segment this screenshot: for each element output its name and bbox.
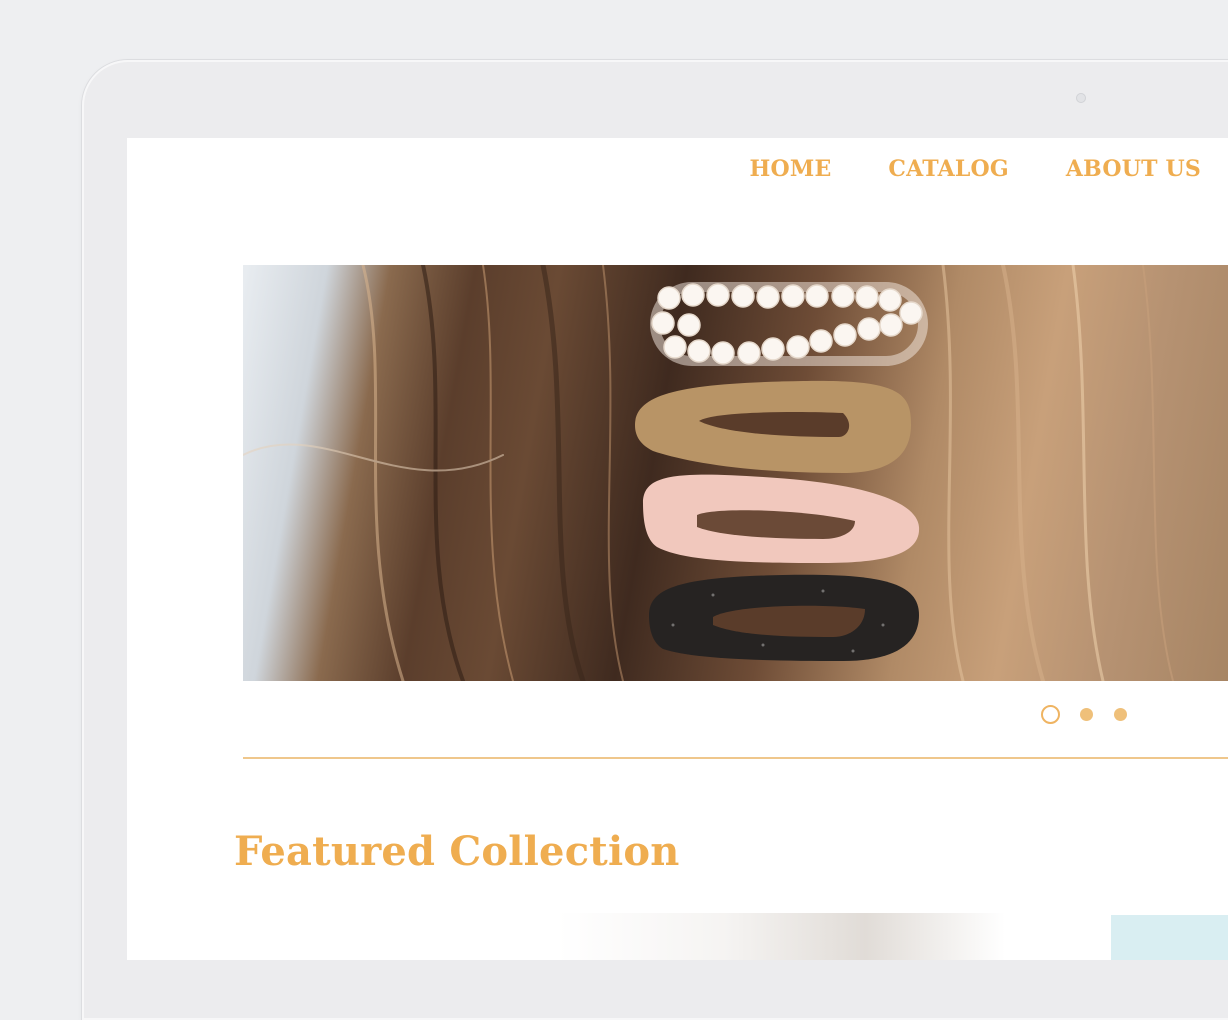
hair-clips-photo: [243, 265, 1174, 681]
nav-about-us[interactable]: ABOUT US: [1066, 156, 1201, 182]
camera-icon: [1076, 93, 1086, 103]
website-screen: HOME CATALOG ABOUT US Featured Collectio…: [127, 138, 1228, 960]
carousel-dot-2[interactable]: [1080, 708, 1093, 721]
carousel-indicators: [1041, 705, 1148, 724]
main-nav: HOME CATALOG ABOUT US: [750, 156, 1228, 182]
hero-banner-image: [243, 265, 1228, 681]
nav-home[interactable]: HOME: [750, 156, 832, 182]
featured-collection-title: Featured Collection: [234, 828, 680, 875]
product-image-preview[interactable]: [557, 913, 1117, 960]
nav-catalog[interactable]: CATALOG: [888, 156, 1008, 182]
carousel-dot-3[interactable]: [1114, 708, 1127, 721]
section-divider: [243, 757, 1228, 759]
carousel-dot-1[interactable]: [1041, 705, 1060, 724]
product-image-preview-2[interactable]: [1111, 915, 1228, 960]
